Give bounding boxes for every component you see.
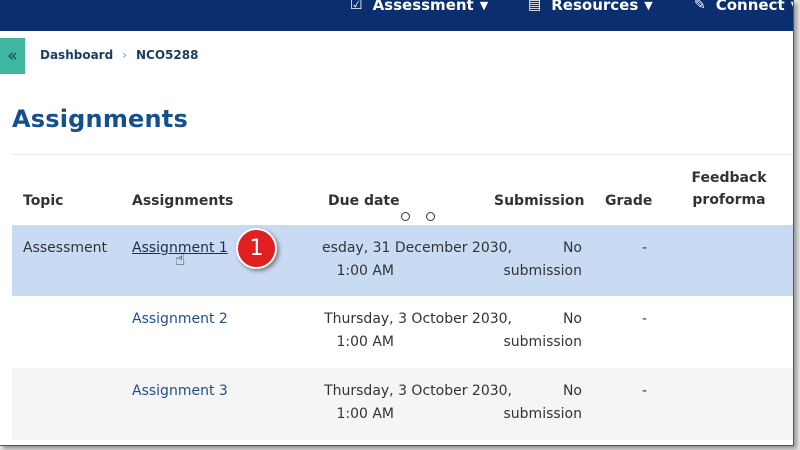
cell-due-date: Thursday, 3 October 2030, 1:00 AM [212,308,512,354]
chevron-down-icon: ▼ [479,0,489,12]
breadcrumb-course[interactable]: NCO5288 [136,48,198,62]
header-submission: Submission [494,193,585,209]
due-time-line: 1:00 AM [336,334,394,350]
chevron-down-icon: ▼ [644,0,653,12]
cell-submission: No submission [503,240,583,279]
nav-assessment[interactable]: ☑ Assessment ▼ [350,0,488,17]
header-assignments: Assignments [132,193,234,209]
header-grade: Grade [605,193,653,209]
nav-resources[interactable]: ▤ Resources ▼ [528,0,653,17]
breadcrumb-separator: › [122,48,127,62]
checkbox-icon: ☑ [350,0,363,13]
page-frame: ☑ Assessment ▼ ▤ Resources ▼ ✎ Connect ▼… [0,0,794,446]
sidebar-toggle-button[interactable]: « [0,38,25,74]
due-time-line: 1:00 AM [336,406,394,422]
pin-icon: ✎ [694,0,706,13]
breadcrumb: Dashboard › NCO5288 [40,48,198,62]
document-icon: ▤ [528,0,542,13]
header-topic: Topic [23,193,64,209]
step-number-badge: 1 [236,228,277,269]
nav-connect[interactable]: ✎ Connect ▼ [694,0,793,17]
circle-icon [401,212,410,221]
table-row: Assessment Assignment 1 esday, 31 Decemb… [12,225,793,297]
nav-resources-label: Resources [551,0,639,14]
sort-indicator [401,212,435,221]
top-navigation-bar: ☑ Assessment ▼ ▤ Resources ▼ ✎ Connect ▼ [0,0,793,31]
table-row: Assignment 2 Thursday, 3 October 2030, 1… [12,296,793,368]
breadcrumb-dashboard[interactable]: Dashboard [40,48,113,62]
hand-pointer-icon: ☝ [175,250,186,270]
page-title: Assignments [12,105,188,133]
double-chevron-left-icon: « [7,46,18,66]
cell-grade: - [642,240,648,256]
cell-grade: - [642,311,648,327]
header-due-date[interactable]: Due date [328,190,400,212]
cell-topic: Assessment [23,240,107,256]
divider [12,154,793,155]
nav-connect-label: Connect [715,0,785,14]
circle-icon [426,212,435,221]
cell-due-date: Thursday, 3 October 2030, 1:00 AM [212,380,512,426]
chevron-down-icon: ▼ [791,0,793,12]
header-feedback-proforma: Feedback proforma [691,170,767,208]
cell-submission: No submission [503,383,583,422]
nav-assessment-label: Assessment [372,0,474,14]
cell-grade: - [642,383,648,399]
table-row: Assignment 3 Thursday, 3 October 2030, 1… [12,368,793,440]
cell-submission: No submission [503,311,583,350]
